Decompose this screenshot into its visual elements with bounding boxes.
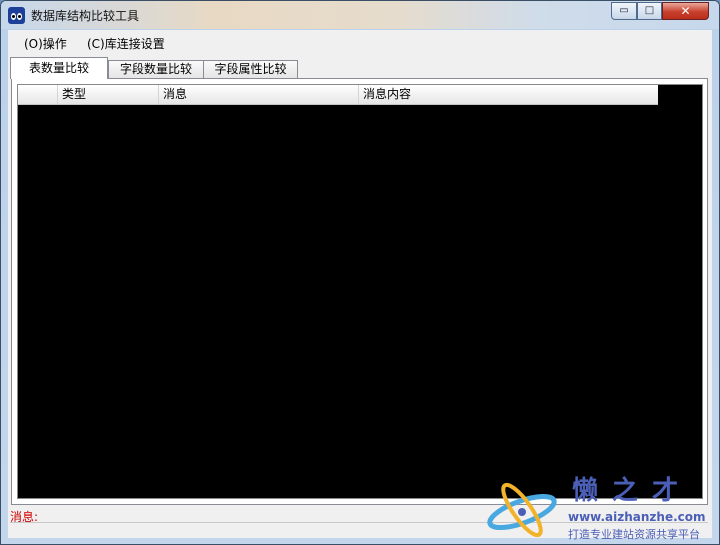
menu-operation[interactable]: (O)操作 [24, 35, 67, 52]
tab-field-attributes[interactable]: 字段属性比较 [203, 60, 298, 78]
row-header-corner[interactable] [18, 85, 58, 104]
close-button[interactable]: ✕ [662, 2, 709, 20]
tab-strip: 表数量比较 字段数量比较 字段属性比较 [8, 57, 712, 79]
results-grid[interactable]: 类型 消息 消息内容 [17, 84, 703, 499]
title-bar[interactable]: 数据库结构比较工具 ▭ □ ✕ [1, 1, 719, 29]
client-area: (O)操作 (C)库连接设置 表数量比较 字段数量比较 字段属性比较 类型 消息… [8, 30, 712, 538]
minimize-icon: ▭ [619, 5, 629, 16]
app-window: 数据库结构比较工具 ▭ □ ✕ (O)操作 (C)库连接设置 表数量比较 字段数… [0, 0, 720, 545]
column-header-message-content[interactable]: 消息内容 [359, 85, 658, 104]
close-icon: ✕ [680, 4, 691, 18]
app-icon-eye [11, 13, 16, 20]
tab-field-count[interactable]: 字段数量比较 [108, 60, 204, 78]
column-header-type[interactable]: 类型 [58, 85, 159, 104]
grid-header: 类型 消息 消息内容 [18, 85, 658, 105]
tab-table-count[interactable]: 表数量比较 [10, 57, 108, 79]
status-bar: 消息: [8, 507, 712, 525]
maximize-icon: □ [644, 5, 655, 16]
window-title: 数据库结构比较工具 [31, 9, 140, 23]
menu-connection-settings[interactable]: (C)库连接设置 [87, 35, 165, 52]
tab-panel: 类型 消息 消息内容 [11, 78, 708, 505]
column-header-message[interactable]: 消息 [159, 85, 359, 104]
maximize-button[interactable]: □ [637, 2, 662, 20]
status-divider [10, 522, 708, 523]
menu-bar: (O)操作 (C)库连接设置 [8, 30, 712, 56]
app-icon[interactable] [8, 7, 25, 24]
app-icon-eye [17, 13, 22, 20]
minimize-button[interactable]: ▭ [611, 2, 637, 20]
